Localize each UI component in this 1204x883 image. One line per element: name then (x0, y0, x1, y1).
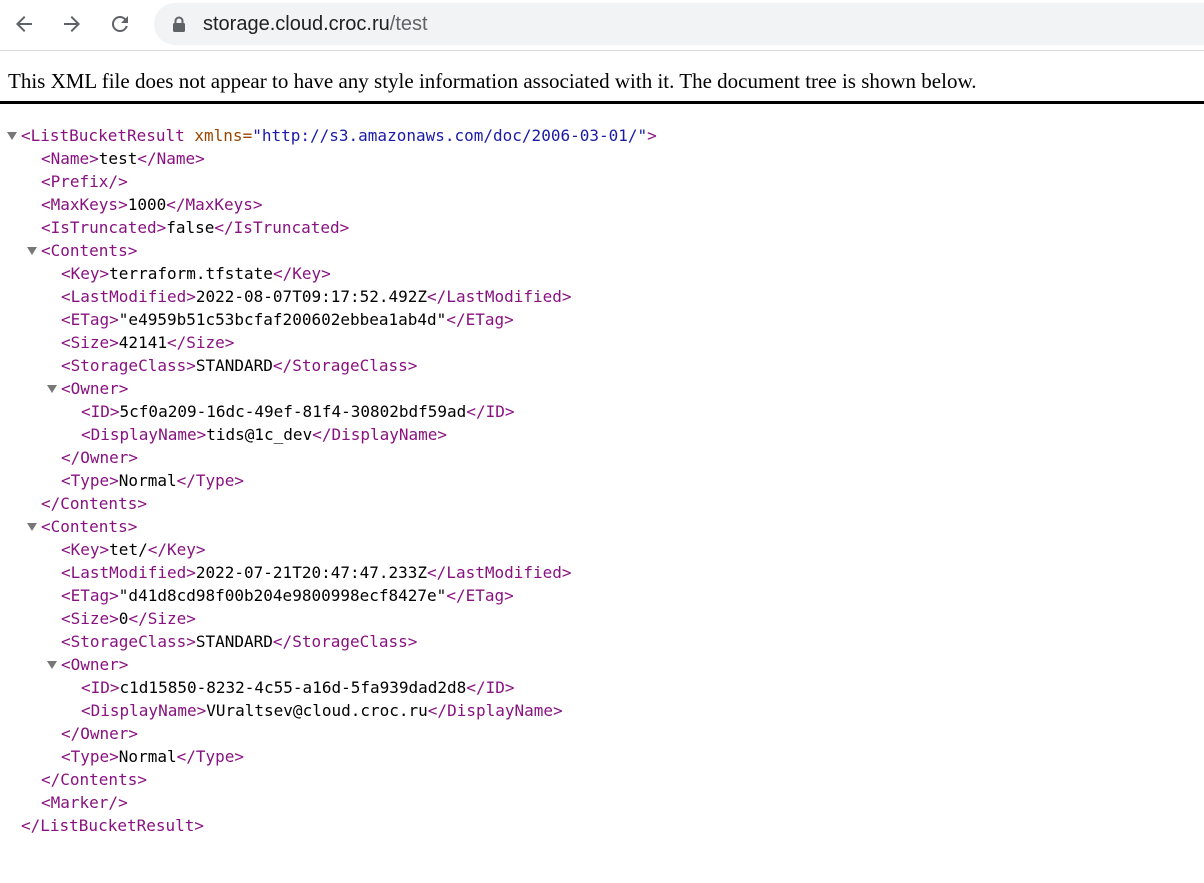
tree-line: <Key>terraform.tfstate</Key> (61, 264, 331, 283)
tree-line: <Prefix/> (41, 172, 128, 191)
tree-line: <Contents> (0, 515, 1204, 538)
tree-line: </Owner> (61, 448, 139, 467)
tree-line: <LastModified>2022-08-07T09:17:52.492Z</… (61, 287, 572, 306)
reload-button[interactable] (102, 6, 138, 42)
tree-line: <Type>Normal</Type> (61, 747, 245, 766)
forward-button[interactable] (54, 6, 90, 42)
tree-line: <StorageClass>STANDARD</StorageClass> (61, 356, 418, 375)
tree-line: <Key>tet/</Key> (61, 540, 206, 559)
tree-line: <DisplayName>VUraltsev@cloud.croc.ru</Di… (81, 701, 563, 720)
bucket-name: test (98, 149, 138, 168)
tree-line: <ETag>"e4959b51c53bcfaf200602ebbea1ab4d"… (61, 310, 514, 329)
reload-icon (111, 15, 128, 32)
tree-line: <DisplayName>tids@1c_dev</DisplayName> (81, 425, 448, 444)
tree-line: <Size>0</Size> (61, 609, 196, 628)
tree-line: <Size>42141</Size> (61, 333, 235, 352)
lock-icon[interactable] (172, 16, 186, 32)
triangle-down-icon[interactable] (47, 385, 57, 393)
tree-line: <StorageClass>STANDARD</StorageClass> (61, 632, 418, 651)
no-style-notice: This XML file does not appear to have an… (8, 69, 977, 93)
back-button[interactable] (6, 6, 42, 42)
xml-document-tree: <ListBucketResult xmlns="http://s3.amazo… (0, 124, 1204, 837)
tree-line: <ListBucketResult xmlns="http://s3.amazo… (0, 124, 1204, 147)
triangle-down-icon[interactable] (7, 132, 17, 140)
tree-line: <LastModified>2022-07-21T20:47:47.233Z</… (61, 563, 572, 582)
xml-viewer-header: This XML file does not appear to have an… (0, 51, 1204, 104)
tree-line: </ListBucketResult> (21, 816, 205, 835)
tree-line: <Marker/> (41, 793, 128, 812)
triangle-down-icon[interactable] (27, 247, 37, 255)
tree-line: <Type>Normal</Type> (61, 471, 245, 490)
triangle-down-icon[interactable] (27, 523, 37, 531)
tree-line: <Contents> (0, 239, 1204, 262)
tree-line: </Owner> (61, 724, 139, 743)
tree-line: </Contents> (41, 770, 147, 789)
address-bar[interactable]: storage.cloud.croc.ru/test (154, 3, 1204, 45)
url-text[interactable]: storage.cloud.croc.ru/test (203, 13, 428, 36)
tree-line: <MaxKeys>1000</MaxKeys> (41, 195, 263, 214)
tree-line: <ETag>"d41d8cd98f00b204e9800998ecf8427e"… (61, 586, 514, 605)
url-host: storage.cloud.croc.ru (203, 12, 390, 35)
tree-line: <Name>test</Name> (41, 149, 205, 168)
tree-line: <ID>c1d15850-8232-4c55-a16d-5fa939dad2d8… (81, 678, 515, 697)
tree-line: </Contents> (41, 494, 147, 513)
tree-line: <ID>5cf0a209-16dc-49ef-81f4-30802bdf59ad… (81, 402, 515, 421)
arrow-right-icon (64, 16, 80, 32)
url-path: /test (389, 12, 428, 35)
triangle-down-icon[interactable] (47, 661, 57, 669)
browser-toolbar: storage.cloud.croc.ru/test (0, 0, 1204, 51)
tree-line: <Owner> (0, 377, 1204, 400)
tree-line: <IsTruncated>false</IsTruncated> (41, 218, 350, 237)
arrow-left-icon (16, 16, 32, 32)
tree-line: <Owner> (0, 653, 1204, 676)
